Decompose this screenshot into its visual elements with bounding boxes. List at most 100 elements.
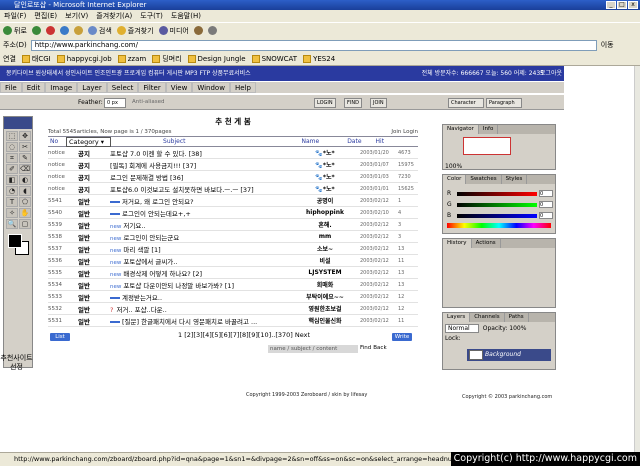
table-row[interactable]: 5538 일반 new 로그인이 안되는군요 mm 2003/02/12 3 [48,231,418,243]
table-row[interactable]: 5535 일반 new 배경삭제 어떻게 하나요? [2] LJSYSTEM 2003/0… [48,267,418,279]
blue-value[interactable]: 0 [539,212,553,219]
forward-button[interactable] [31,26,41,35]
navigator-preview[interactable] [463,137,511,155]
blur-tool-icon[interactable]: ◐ [19,175,31,185]
feather-input[interactable]: 0 px [104,98,126,108]
favorites-button[interactable]: 즐겨찾기 [116,26,154,36]
row-author[interactable]: 🐾*노* [290,172,360,181]
table-row[interactable]: 5534 일반 new 포토샵 다운이안되 나정말 바보가봐? [1] 회매화 2003/… [48,279,418,291]
pen-tool-icon[interactable]: ⬠ [19,197,31,207]
table-row[interactable]: 5540 일반 로그인이 안되는데요+,+ hiphoppink 2003/02/10 4 [48,207,418,219]
red-slider-row[interactable]: R0 [443,188,555,199]
recommended-site-label[interactable]: 추천사이트 선정 [0,354,33,372]
menu-help[interactable]: 도움말(H) [171,10,201,22]
ps-menu-view[interactable]: View [165,82,193,93]
green-value[interactable]: 0 [539,201,553,208]
link-item[interactable]: YES24 [303,54,335,63]
tab-character[interactable]: Character [448,98,484,108]
tab-paragraph[interactable]: Paragraph [486,98,522,108]
back-link[interactable]: Back [373,345,386,353]
row-author[interactable]: 회매화 [290,280,360,289]
row-author[interactable]: 🐾*노* [290,148,360,157]
link-item[interactable]: SNOWCAT [251,54,297,63]
menu-tools[interactable]: 도구(T) [140,10,163,22]
search-input[interactable]: name / subject / content [268,345,358,353]
vertical-scrollbar[interactable] [634,66,640,452]
table-row[interactable]: 5532 일반? 저거.. 포샵..다운.. 영원한초보걸 2003/02/12 12 [48,303,418,315]
red-gradient[interactable] [457,191,537,196]
join-login-link[interactable]: Join Login [391,128,418,136]
tab-navigator[interactable]: Navigator [443,125,479,134]
menu-view[interactable]: 보기(V) [65,10,88,22]
dodge-tool-icon[interactable]: ◔ [6,186,18,196]
tab-paths[interactable]: Paths [505,313,529,322]
row-subject[interactable]: new 포토샵 다운이안되 나정말 바보가봐? [1] [110,280,290,290]
tab-swatches[interactable]: Swatches [466,175,502,184]
tab-channels[interactable]: Channels [470,313,505,322]
foreground-color-swatch[interactable] [8,234,22,248]
crop-tool-icon[interactable]: ✂ [19,142,31,152]
tab-actions[interactable]: Actions [472,239,501,248]
pagination[interactable]: 1 [2][3][4][5][6][7][8][9][10]..[370] Ne… [178,331,310,339]
table-row[interactable]: notice 공지 포토샵 7.0 이젠 할 수 있다. [38] 🐾*노* 2003/… [48,147,418,159]
blue-slider-row[interactable]: B0 [443,210,555,221]
row-subject[interactable]: [질문] 한글패치에서 다시 영문패치로 바꿀려고 ... [110,316,290,326]
eraser-tool-icon[interactable]: ⌫ [19,164,31,174]
color-ramp[interactable] [447,223,551,228]
tab-layers[interactable]: Layers [443,313,471,322]
mask-tool-icon[interactable]: ▢ [19,219,31,229]
tab-info[interactable]: Info [479,125,499,134]
tab-color[interactable]: Color [443,175,467,184]
maximize-button[interactable]: □ [617,1,627,9]
join-button[interactable]: JOIN [370,98,387,108]
ps-menu-image[interactable]: Image [45,82,78,93]
row-author[interactable]: 소보~ [290,244,360,253]
table-row[interactable]: 5537 일반 new 마리 색깔 [1] 소보~ 2003/02/12 13 [48,243,418,255]
search-button[interactable]: 검색 [87,26,112,36]
row-subject[interactable]: 계정받는거요.. [110,292,290,302]
row-subject[interactable]: new 로그인이 안되는군요 [110,232,290,242]
category-select[interactable]: Category ▾ [66,136,112,147]
tab-history[interactable]: History [443,239,472,248]
row-author[interactable]: hiphoppink [290,209,360,216]
find-button[interactable]: FIND [344,98,362,108]
red-value[interactable]: 0 [539,190,553,197]
zoom-level[interactable]: 100% [445,163,462,170]
ps-menu-select[interactable]: Select [106,82,139,93]
table-row[interactable]: notice 공지 로그인 문제해결 방법 [36] 🐾*노* 2003/01/03 72… [48,171,418,183]
minimize-button[interactable]: _ [606,1,616,9]
link-item[interactable]: Design Jungle [187,54,246,63]
green-gradient[interactable] [457,202,537,207]
close-button[interactable]: x [628,1,638,9]
ps-menu-help[interactable]: Help [229,82,256,93]
refresh-button[interactable] [59,26,69,35]
zoom-tool-icon[interactable]: 🔍 [6,219,18,229]
layer-background[interactable]: Background [467,349,551,361]
row-subject[interactable]: 포토샵6.0 이것보고도 설치못하면 바보다.ㅡ.ㅡ [37] [110,184,290,194]
table-row[interactable]: 5531 일반 [질문] 한글패치에서 다시 영문패치로 바꿀려고 ... 핵심인물신… [48,315,418,327]
site-nav[interactable]: 몽키다이브 원상태세서 성인사이트 인조인트광 프로게임 컴퓨터 게시판 MP3… [6,70,251,77]
mail-button[interactable] [207,26,217,35]
login-button[interactable]: LOGIN [314,98,336,108]
media-button[interactable]: 미디어 [158,26,189,36]
table-row[interactable]: 5539 일반 new 저기요.. 혼해. 2003/02/12 3 [48,219,418,231]
go-button[interactable]: 이동 [601,40,614,50]
slice-tool-icon[interactable]: ⌗ [6,153,18,163]
row-subject[interactable]: 저거요, 왜 로그인 안되요? [110,196,290,206]
shape-tool-icon[interactable]: ✧ [6,208,18,218]
row-subject[interactable]: 로그인 문제해결 방법 [36] [110,172,290,182]
lasso-tool-icon[interactable]: ◌ [6,142,18,152]
ps-menu-window[interactable]: Window [192,82,230,93]
menu-file[interactable]: 파일(F) [4,10,26,22]
ps-menu-layer[interactable]: Layer [77,82,107,93]
type-tool-icon[interactable]: T [6,197,18,207]
row-author[interactable]: mm [290,233,360,240]
blue-gradient[interactable] [457,213,537,218]
path-tool-icon[interactable]: ◖ [19,186,31,196]
color-swatches[interactable] [6,234,30,258]
ps-menu-file[interactable]: File [0,82,22,93]
row-subject[interactable]: 로그인이 안되는데요+,+ [110,208,290,218]
pencil-tool-icon[interactable]: ✐ [6,164,18,174]
ps-menu-filter[interactable]: Filter [138,82,166,93]
row-subject[interactable]: new 포토샵에서 글씨가.. [110,256,290,266]
